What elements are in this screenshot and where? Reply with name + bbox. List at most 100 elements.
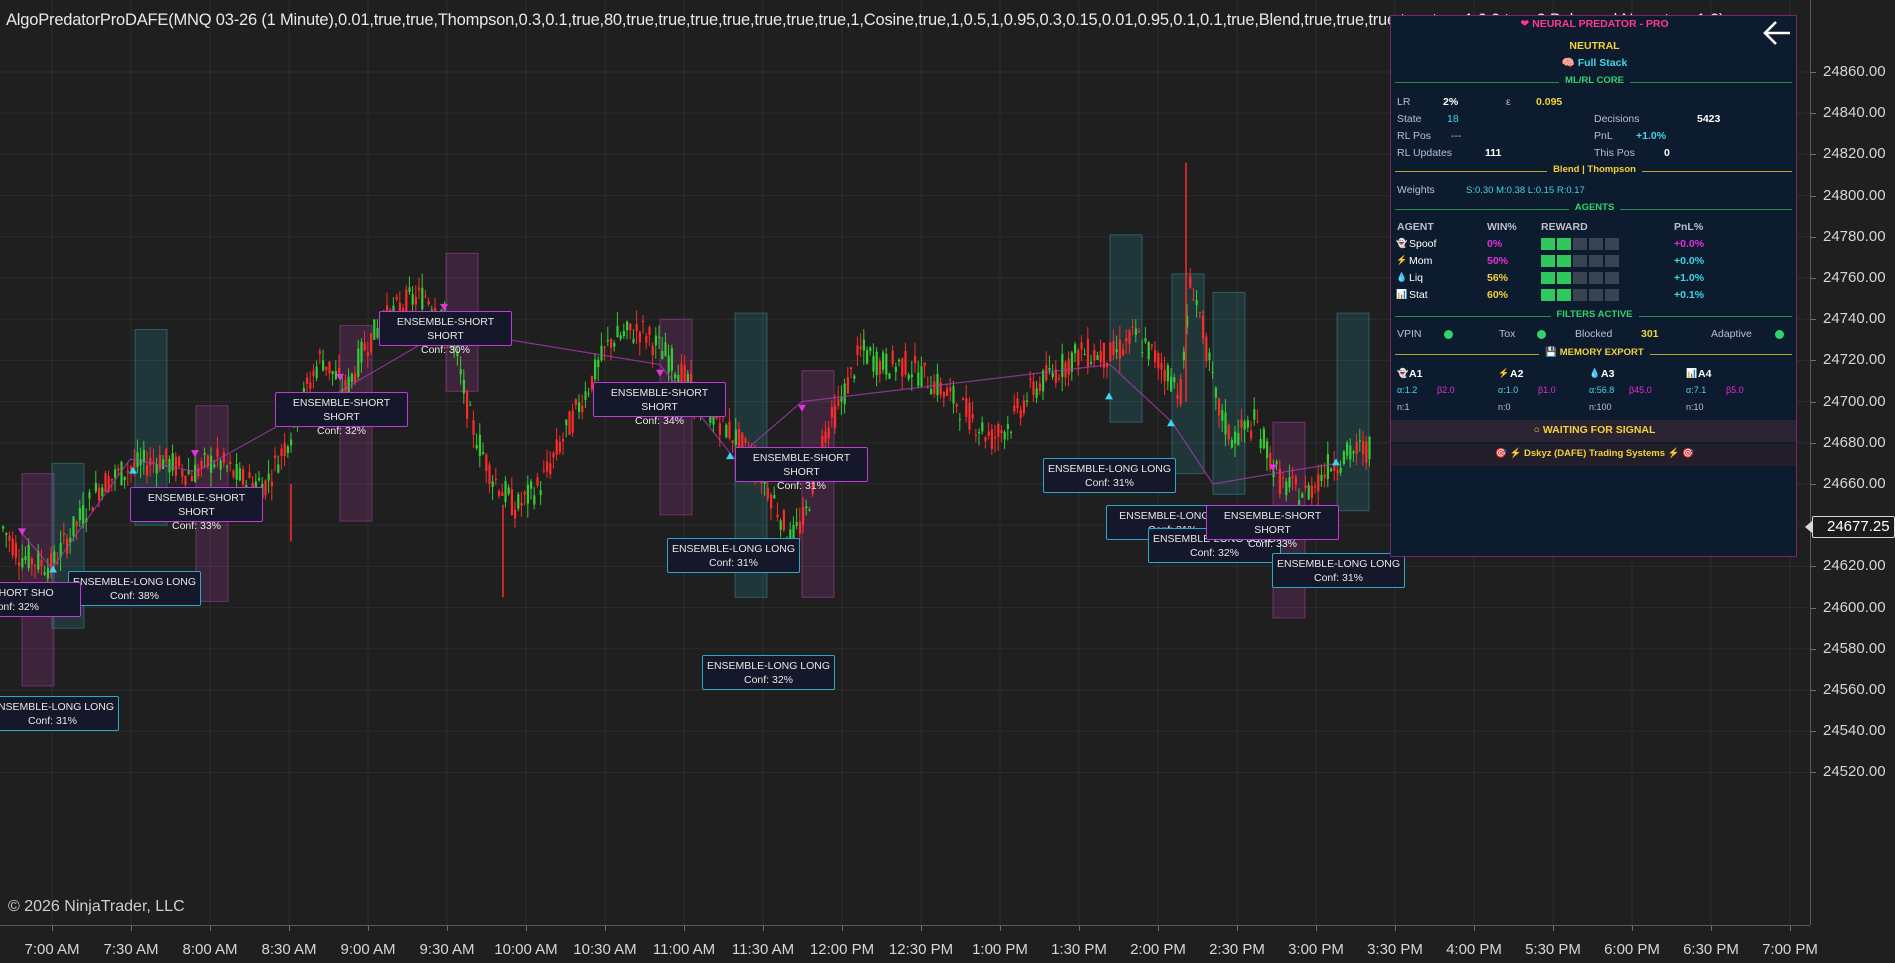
bullish-candle	[286, 446, 289, 454]
bearish-candle	[904, 351, 907, 375]
state-label: State	[1397, 113, 1422, 125]
time-axis[interactable]: 7:00 AM 7:30 AM 8:00 AM 8:30 AM 9:00 AM 9:30 …	[0, 925, 1818, 963]
bearish-candle	[562, 439, 565, 442]
bearish-candle	[962, 398, 965, 400]
bearish-candle	[827, 427, 830, 439]
agent-pnl: +0.0%	[1674, 255, 1705, 267]
heart-icon: ❤	[1520, 18, 1530, 30]
bearish-candle	[1125, 338, 1128, 342]
time-tick-label: 10:30 AM	[573, 941, 637, 958]
bullish-candle	[910, 374, 913, 378]
agent-reward-bars	[1541, 238, 1621, 251]
price-tick-mark	[1811, 566, 1816, 568]
bearish-candle	[555, 439, 558, 455]
bullish-candle	[779, 520, 782, 530]
bullish-candle	[507, 487, 510, 494]
bearish-candle	[264, 480, 267, 496]
bullish-candle	[952, 386, 955, 404]
bullish-candle	[1208, 352, 1211, 361]
time-tick-mark	[1237, 926, 1238, 931]
bearish-candle	[30, 558, 33, 565]
bullish-candle	[1147, 341, 1150, 360]
bullish-candle	[1061, 353, 1064, 377]
agent-name: Liq	[1409, 272, 1424, 284]
bullish-candle	[1221, 410, 1224, 421]
circle-icon: ○	[1533, 424, 1540, 436]
signal-zone	[1109, 234, 1143, 423]
price-tick-label: 24520.00	[1823, 763, 1886, 781]
bullish-candle	[526, 484, 529, 504]
vpin-status-dot	[1444, 330, 1453, 339]
bearish-candle	[126, 471, 129, 473]
bullish-candle	[808, 509, 811, 511]
bullish-candle	[478, 434, 481, 456]
bearish-candle	[1282, 477, 1285, 479]
bearish-candle	[1131, 326, 1134, 328]
bullish-candle	[1010, 431, 1013, 433]
reward-bar-segment	[1557, 272, 1571, 285]
bearish-candle	[248, 472, 251, 478]
memory-beta: β45.0	[1629, 385, 1652, 395]
bullish-candle	[475, 444, 478, 449]
bullish-candle	[773, 494, 776, 499]
bearish-candle	[283, 442, 286, 456]
memory-agent-name: A1	[1409, 368, 1423, 380]
bearish-candle	[1086, 338, 1089, 367]
bearish-candle	[1093, 350, 1096, 361]
bearish-candle	[418, 287, 421, 291]
bearish-candle	[370, 333, 373, 352]
bearish-candle	[174, 456, 177, 476]
bullish-candle	[613, 343, 616, 347]
bullish-candle	[869, 347, 872, 352]
price-chart[interactable]: AlgoPredatorProDAFE(MNQ 03-26 (1 Minute)…	[0, 0, 1810, 925]
bullish-candle	[517, 494, 520, 509]
bullish-candle	[1042, 370, 1045, 392]
bullish-candle	[1224, 412, 1227, 435]
bullish-candle	[533, 495, 536, 505]
bearish-candle	[1355, 441, 1358, 455]
bearish-candle	[75, 521, 78, 526]
bearish-candle	[776, 514, 779, 518]
bullish-candle	[1170, 376, 1173, 392]
time-tick-label: 5:30 PM	[1525, 941, 1581, 958]
adaptive-label: Adaptive	[1711, 328, 1752, 340]
price-axis[interactable]: 24860.00 24840.00 24820.00 24800.00 24780.00…	[1810, 0, 1895, 925]
short-signal-label: ENSEMBLE-SHORT SHORT Conf: 34%	[593, 382, 726, 427]
agents-header-pnl: PnL%	[1674, 221, 1704, 233]
bullish-candle	[331, 371, 334, 375]
bearish-candle	[642, 320, 645, 323]
time-tick-mark	[526, 926, 527, 931]
time-tick-mark	[1553, 926, 1554, 931]
bearish-candle	[955, 404, 958, 407]
bullish-candle	[1173, 377, 1176, 383]
bullish-candle	[978, 432, 981, 434]
reward-bar-segment	[1605, 272, 1619, 285]
memory-beta: β1.0	[1538, 385, 1556, 395]
bearish-candle	[344, 379, 347, 393]
bearish-candle	[926, 387, 929, 389]
bullish-candle	[894, 366, 897, 372]
epsilon-value: 0.095	[1536, 96, 1563, 108]
agent-win-rate: 60%	[1487, 289, 1509, 301]
bearish-candle	[14, 543, 17, 558]
bullish-candle	[632, 339, 635, 343]
bearish-candle	[798, 521, 801, 534]
chart-icon: 📊	[1396, 289, 1408, 299]
bullish-candle	[226, 466, 229, 468]
bearish-candle	[824, 431, 827, 443]
bullish-candle	[462, 379, 465, 394]
time-tick-label: 10:00 AM	[494, 941, 558, 958]
back-arrow-icon[interactable]	[1760, 18, 1794, 48]
agent-pnl: +0.1%	[1674, 289, 1705, 301]
bullish-candle	[290, 439, 293, 446]
bearish-candle	[466, 390, 469, 419]
memory-count: n:0	[1498, 402, 1511, 412]
bullish-candle	[1266, 441, 1269, 459]
bullish-candle	[616, 325, 619, 338]
memory-alpha: α:7.1	[1686, 385, 1707, 395]
time-tick-mark	[605, 926, 606, 931]
bullish-candle	[136, 452, 139, 467]
signal-confidence: Conf: 32%	[743, 674, 794, 686]
bullish-candle	[1096, 355, 1099, 360]
price-tick-label: 24660.00	[1823, 475, 1886, 492]
